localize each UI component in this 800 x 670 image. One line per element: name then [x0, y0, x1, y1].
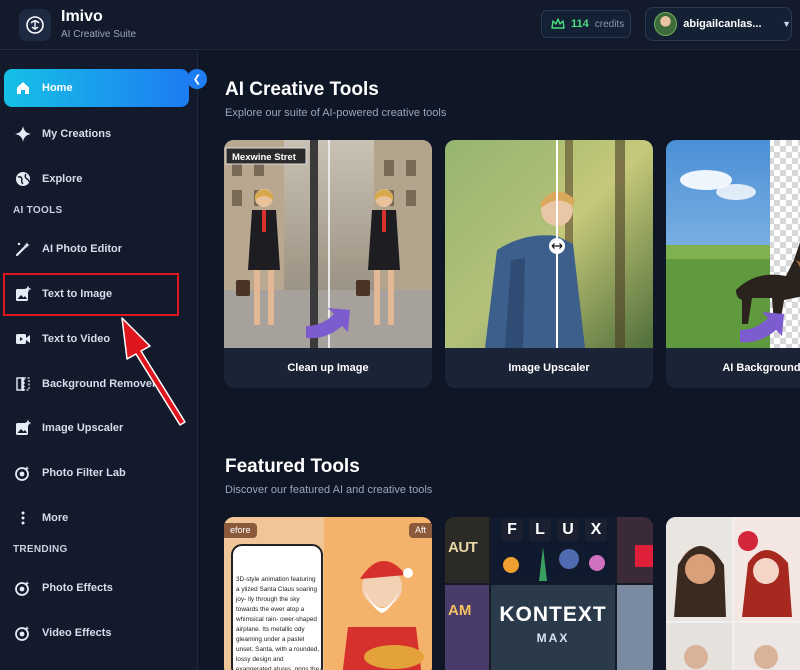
credits-badge[interactable]: 114 credits [541, 10, 631, 38]
app-subtitle: AI Creative Suite [61, 29, 137, 40]
flux-letter: X [590, 521, 602, 538]
tool-card-clean-up-image[interactable]: Mexwine Stret Clean up Image [224, 140, 432, 388]
main-content: AI Creative Tools Explore our suite of A… [199, 51, 800, 670]
sidebar-item-label: Photo Effects [42, 582, 113, 594]
crown-icon [551, 18, 565, 29]
flux-letter: L [535, 521, 545, 538]
kontext-subtitle: MAX [536, 631, 570, 645]
sidebar-item-label: Explore [42, 173, 83, 185]
image-upscale-icon [14, 419, 32, 437]
sidebar-item-label: Text to Video [42, 333, 111, 345]
sidebar-item-more[interactable]: More [4, 499, 189, 537]
am-text: AM [448, 602, 472, 619]
sparkle-icon [14, 125, 32, 143]
sidebar-collapse-button[interactable]: ❮ [187, 69, 207, 89]
tool-card-label: Image Upscaler [508, 362, 590, 374]
section-title-ai-tools: AI TOOLS [13, 205, 63, 216]
home-icon [14, 79, 32, 97]
sidebar-item-label: Text to Image [42, 288, 113, 300]
creative-tools-title: AI Creative Tools [225, 79, 379, 100]
user-menu-button[interactable]: abigailcanlas... ▼ [645, 7, 792, 41]
video-effects-icon [14, 624, 32, 642]
globe-icon [14, 170, 32, 188]
featured-card-flux-kontext[interactable]: AUT AM F L U X KONTEXT MAX [445, 517, 653, 670]
aut-text: AUT [448, 539, 478, 556]
tool-card-ai-background-remover[interactable]: AI Background Re [666, 140, 800, 388]
flux-letter: U [562, 521, 574, 538]
before-label: efore [224, 523, 257, 538]
effects-icon [14, 579, 32, 597]
sidebar-item-ai-photo-editor[interactable]: AI Photo Editor [4, 230, 189, 268]
chevron-left-icon: ❮ [192, 73, 202, 85]
sidebar-item-explore[interactable]: Explore [4, 160, 189, 198]
sidebar-item-text-to-video[interactable]: Text to Video [4, 320, 189, 358]
background-remover-preview-image [666, 140, 800, 348]
split-icon [14, 375, 32, 393]
sidebar-item-label: Home [42, 82, 73, 94]
credits-label: credits [594, 18, 625, 30]
sidebar-item-label: AI Photo Editor [42, 243, 123, 255]
app-name: Imivo [61, 8, 103, 25]
avatar [654, 12, 678, 36]
more-vertical-icon [14, 509, 32, 527]
featured-card-portraits[interactable] [666, 517, 800, 670]
creative-tools-subtitle: Explore our suite of AI-powered creative… [225, 107, 447, 119]
tool-card-label: Clean up Image [287, 362, 369, 374]
section-title-trending: TRENDING [13, 544, 68, 555]
sidebar-item-label: Photo Filter Lab [42, 467, 126, 479]
sidebar-item-label: Background Remover [42, 378, 157, 390]
featured-tools-title: Featured Tools [225, 456, 360, 477]
tool-card-image-upscaler[interactable]: Image Upscaler [445, 140, 653, 388]
prompt-text: 3D-style animation featuring a ylized Sa… [236, 576, 320, 670]
sidebar-item-photo-filter-lab[interactable]: Photo Filter Lab [4, 454, 189, 492]
image-plus-icon [14, 285, 32, 303]
after-label: Aft [408, 523, 432, 538]
filter-icon [14, 464, 32, 482]
sidebar-item-image-upscaler[interactable]: Image Upscaler [4, 409, 189, 447]
sidebar-item-label: Image Upscaler [42, 422, 124, 434]
sidebar-item-photo-effects[interactable]: Photo Effects [4, 569, 189, 607]
sidebar-item-home[interactable]: Home [4, 69, 189, 107]
sidebar-item-label: More [42, 512, 69, 524]
clean-up-preview-image: Mexwine Stret [224, 140, 432, 348]
sidebar-item-background-remover[interactable]: Background Remover [4, 365, 189, 403]
portraits-preview-image [666, 517, 800, 670]
sidebar-item-label: Video Effects [42, 627, 112, 639]
credits-count: 114 [571, 18, 589, 30]
flux-letter: F [507, 521, 517, 538]
video-icon [14, 330, 32, 348]
brain-logo-icon [26, 16, 44, 34]
top-header: Imivo AI Creative Suite 114 credits abig… [0, 0, 800, 50]
sidebar-item-video-effects[interactable]: Video Effects [4, 614, 189, 652]
sidebar: Home My Creations Explore AI TOOLS AI Ph… [0, 51, 198, 670]
featured-tools-subtitle: Discover our featured AI and creative to… [225, 484, 433, 496]
sidebar-item-my-creations[interactable]: My Creations [4, 115, 189, 153]
sidebar-item-label: My Creations [42, 128, 112, 140]
featured-card-santa[interactable]: efore Aft 3D-style animation featuring a… [224, 517, 432, 670]
sidebar-item-text-to-image[interactable]: Text to Image [4, 275, 189, 313]
kontext-title: KONTEXT [499, 603, 607, 626]
chevron-down-icon: ▼ [782, 19, 791, 29]
tool-card-label: AI Background Re [722, 362, 800, 374]
magic-wand-icon [14, 240, 32, 258]
upscaler-preview-image [445, 140, 653, 348]
user-name: abigailcanlas... [683, 18, 762, 30]
street-sign-text: Mexwine Stret [232, 152, 297, 163]
app-logo[interactable] [19, 9, 51, 41]
